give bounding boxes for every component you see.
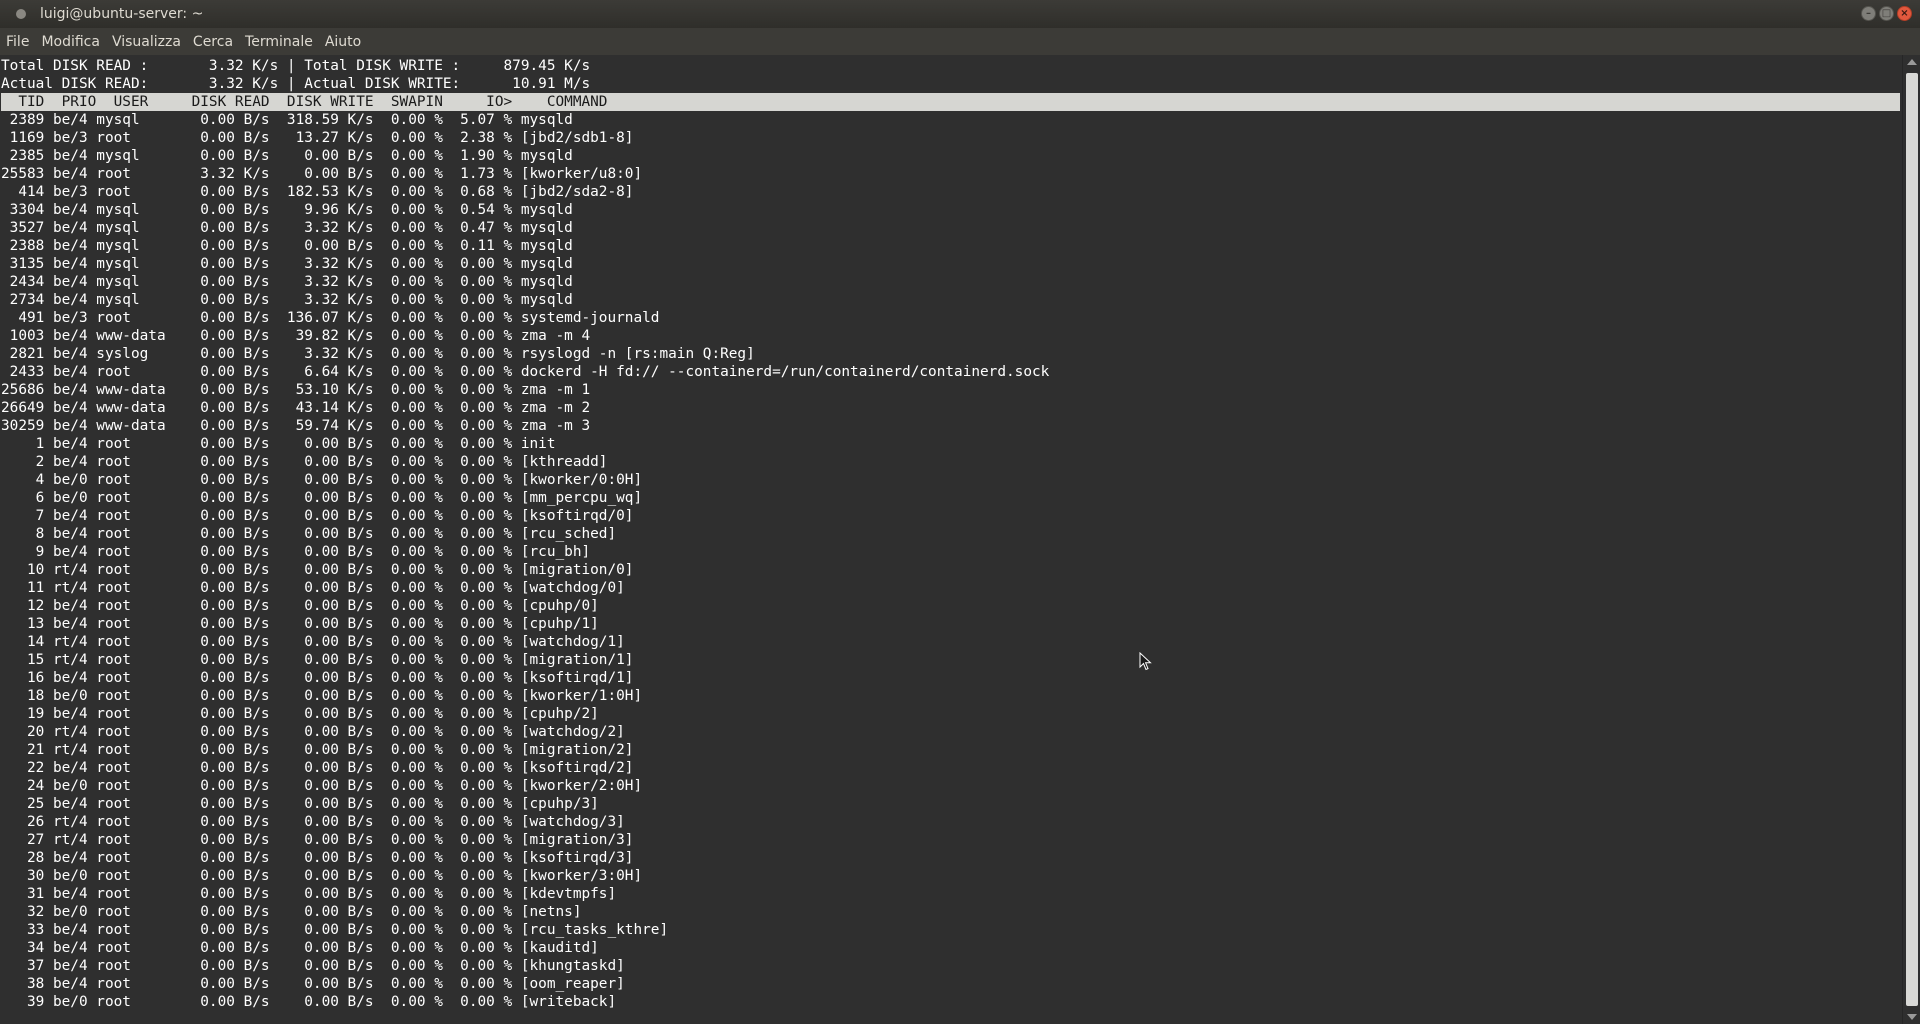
process-list: 2389 be/4 mysql 0.00 B/s 318.59 K/s 0.00… (1, 111, 1902, 1011)
process-row: 33 be/4 root 0.00 B/s 0.00 B/s 0.00 % 0.… (1, 922, 669, 938)
process-row: 27 rt/4 root 0.00 B/s 0.00 B/s 0.00 % 0.… (1, 832, 634, 848)
disk-read-actual-line: Actual DISK READ: 3.32 K/s | Actual DISK… (1, 76, 591, 92)
process-row: 26649 be/4 www-data 0.00 B/s 43.14 K/s 0… (1, 400, 591, 416)
process-row: 14 rt/4 root 0.00 B/s 0.00 B/s 0.00 % 0.… (1, 634, 625, 650)
maximize-button[interactable]: □ (1879, 6, 1894, 21)
process-row: 26 rt/4 root 0.00 B/s 0.00 B/s 0.00 % 0.… (1, 814, 625, 830)
process-row: 22 be/4 root 0.00 B/s 0.00 B/s 0.00 % 0.… (1, 760, 634, 776)
process-row: 18 be/0 root 0.00 B/s 0.00 B/s 0.00 % 0.… (1, 688, 643, 704)
menu-modifica[interactable]: Modifica (41, 32, 100, 52)
window-controls: – □ × (1861, 6, 1912, 21)
scroll-down-arrow-icon[interactable] (1907, 1014, 1917, 1020)
process-row: 2433 be/4 root 0.00 B/s 6.64 K/s 0.00 % … (1, 364, 1050, 380)
vertical-scrollbar[interactable] (1902, 55, 1920, 1024)
process-row: 491 be/3 root 0.00 B/s 136.07 K/s 0.00 %… (1, 310, 660, 326)
menu-aiuto[interactable]: Aiuto (325, 32, 361, 52)
process-row: 31 be/4 root 0.00 B/s 0.00 B/s 0.00 % 0.… (1, 886, 617, 902)
process-row: 38 be/4 root 0.00 B/s 0.00 B/s 0.00 % 0.… (1, 976, 625, 992)
process-row: 2385 be/4 mysql 0.00 B/s 0.00 B/s 0.00 %… (1, 148, 573, 164)
process-row: 30 be/0 root 0.00 B/s 0.00 B/s 0.00 % 0.… (1, 868, 643, 884)
process-row: 6 be/0 root 0.00 B/s 0.00 B/s 0.00 % 0.0… (1, 490, 643, 506)
window-menu-icon[interactable] (16, 9, 26, 19)
process-row: 34 be/4 root 0.00 B/s 0.00 B/s 0.00 % 0.… (1, 940, 599, 956)
process-row: 3135 be/4 mysql 0.00 B/s 3.32 K/s 0.00 %… (1, 256, 573, 272)
process-row: 21 rt/4 root 0.00 B/s 0.00 B/s 0.00 % 0.… (1, 742, 634, 758)
terminal-output[interactable]: Total DISK READ : 3.32 K/s | Total DISK … (0, 55, 1902, 1024)
process-row: 15 rt/4 root 0.00 B/s 0.00 B/s 0.00 % 0.… (1, 652, 634, 668)
close-button[interactable]: × (1897, 6, 1912, 21)
process-row: 2388 be/4 mysql 0.00 B/s 0.00 B/s 0.00 %… (1, 238, 573, 254)
process-row: 25 be/4 root 0.00 B/s 0.00 B/s 0.00 % 0.… (1, 796, 599, 812)
disk-read-total-line: Total DISK READ : 3.32 K/s | Total DISK … (1, 58, 591, 74)
process-row: 2734 be/4 mysql 0.00 B/s 3.32 K/s 0.00 %… (1, 292, 573, 308)
scroll-thumb[interactable] (1906, 73, 1918, 1006)
mouse-pointer-icon (1139, 652, 1152, 671)
process-row: 2 be/4 root 0.00 B/s 0.00 B/s 0.00 % 0.0… (1, 454, 608, 470)
scroll-up-arrow-icon[interactable] (1907, 59, 1917, 65)
process-row: 1003 be/4 www-data 0.00 B/s 39.82 K/s 0.… (1, 328, 591, 344)
process-row: 19 be/4 root 0.00 B/s 0.00 B/s 0.00 % 0.… (1, 706, 599, 722)
column-header-row: TID PRIO USER DISK READ DISK WRITE SWAPI… (1, 93, 1900, 111)
process-row: 16 be/4 root 0.00 B/s 0.00 B/s 0.00 % 0.… (1, 670, 634, 686)
minimize-button[interactable]: – (1861, 6, 1876, 21)
process-row: 414 be/3 root 0.00 B/s 182.53 K/s 0.00 %… (1, 184, 634, 200)
process-row: 12 be/4 root 0.00 B/s 0.00 B/s 0.00 % 0.… (1, 598, 599, 614)
menu-cerca[interactable]: Cerca (193, 32, 233, 52)
process-row: 2821 be/4 syslog 0.00 B/s 3.32 K/s 0.00 … (1, 346, 755, 362)
window-title: luigi@ubuntu-server: ~ (40, 6, 204, 22)
process-row: 4 be/0 root 0.00 B/s 0.00 B/s 0.00 % 0.0… (1, 472, 643, 488)
process-row: 13 be/4 root 0.00 B/s 0.00 B/s 0.00 % 0.… (1, 616, 599, 632)
process-row: 25686 be/4 www-data 0.00 B/s 53.10 K/s 0… (1, 382, 591, 398)
process-row: 39 be/0 root 0.00 B/s 0.00 B/s 0.00 % 0.… (1, 994, 617, 1010)
process-row: 1169 be/3 root 0.00 B/s 13.27 K/s 0.00 %… (1, 130, 634, 146)
process-row: 3304 be/4 mysql 0.00 B/s 9.96 K/s 0.00 %… (1, 202, 573, 218)
process-row: 7 be/4 root 0.00 B/s 0.00 B/s 0.00 % 0.0… (1, 508, 634, 524)
process-row: 2389 be/4 mysql 0.00 B/s 318.59 K/s 0.00… (1, 112, 573, 128)
process-row: 9 be/4 root 0.00 B/s 0.00 B/s 0.00 % 0.0… (1, 544, 591, 560)
menu-terminale[interactable]: Terminale (245, 32, 313, 52)
process-row: 37 be/4 root 0.00 B/s 0.00 B/s 0.00 % 0.… (1, 958, 625, 974)
menu-bar: File Modifica Visualizza Cerca Terminale… (0, 28, 1920, 55)
process-row: 3527 be/4 mysql 0.00 B/s 3.32 K/s 0.00 %… (1, 220, 573, 236)
menu-visualizza[interactable]: Visualizza (112, 32, 181, 52)
process-row: 1 be/4 root 0.00 B/s 0.00 B/s 0.00 % 0.0… (1, 436, 556, 452)
process-row: 25583 be/4 root 3.32 K/s 0.00 B/s 0.00 %… (1, 166, 643, 182)
process-row: 10 rt/4 root 0.00 B/s 0.00 B/s 0.00 % 0.… (1, 562, 634, 578)
process-row: 24 be/0 root 0.00 B/s 0.00 B/s 0.00 % 0.… (1, 778, 643, 794)
menu-file[interactable]: File (6, 32, 29, 52)
process-row: 28 be/4 root 0.00 B/s 0.00 B/s 0.00 % 0.… (1, 850, 634, 866)
process-row: 32 be/0 root 0.00 B/s 0.00 B/s 0.00 % 0.… (1, 904, 582, 920)
process-row: 11 rt/4 root 0.00 B/s 0.00 B/s 0.00 % 0.… (1, 580, 625, 596)
process-row: 20 rt/4 root 0.00 B/s 0.00 B/s 0.00 % 0.… (1, 724, 625, 740)
process-row: 30259 be/4 www-data 0.00 B/s 59.74 K/s 0… (1, 418, 591, 434)
process-row: 8 be/4 root 0.00 B/s 0.00 B/s 0.00 % 0.0… (1, 526, 617, 542)
title-bar[interactable]: luigi@ubuntu-server: ~ – □ × (0, 0, 1920, 28)
process-row: 2434 be/4 mysql 0.00 B/s 3.32 K/s 0.00 %… (1, 274, 573, 290)
